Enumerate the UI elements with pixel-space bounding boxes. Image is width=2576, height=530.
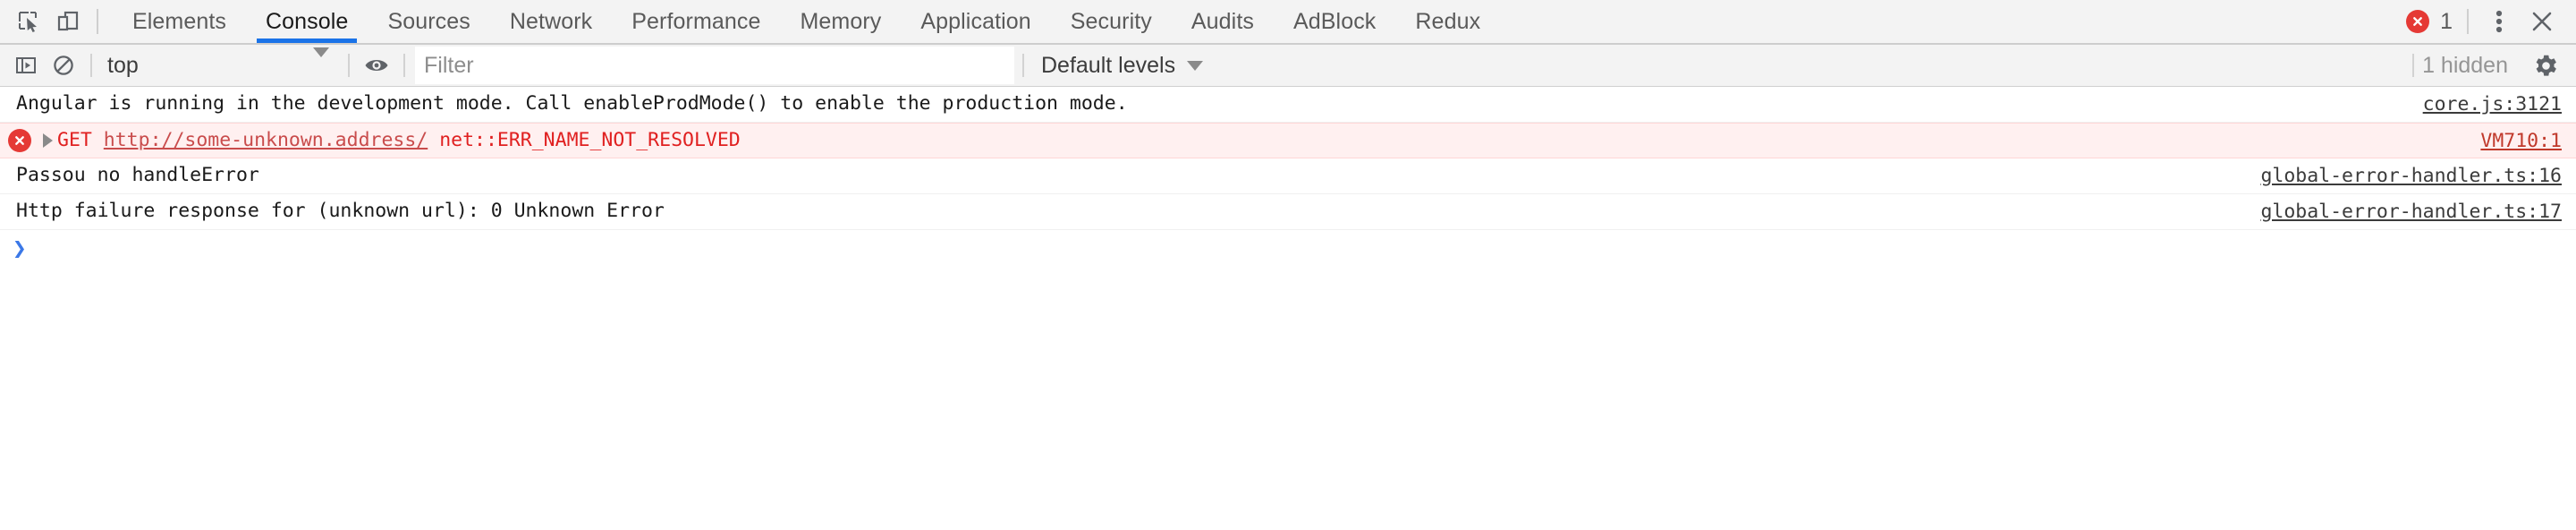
console-toolbar-divider-3: [403, 54, 405, 77]
tab-label: Application: [920, 8, 1031, 34]
tabbar-divider: [97, 9, 98, 34]
tab-console[interactable]: Console: [246, 0, 368, 43]
execution-context-value: top: [107, 52, 139, 78]
tab-memory[interactable]: Memory: [780, 0, 901, 43]
console-toolbar-divider-5: [2412, 54, 2415, 77]
tab-elements[interactable]: Elements: [113, 0, 246, 43]
tab-redux[interactable]: Redux: [1395, 0, 1500, 43]
tab-application[interactable]: Application: [901, 0, 1050, 43]
inspect-element-icon[interactable]: [9, 1, 48, 42]
request-url-link[interactable]: http://some-unknown.address/: [104, 129, 428, 151]
hidden-messages-count[interactable]: 1 hidden: [2422, 53, 2508, 79]
console-message-text: Http failure response for (unknown url):…: [16, 200, 665, 223]
console-message-text: Angular is running in the development mo…: [16, 92, 1128, 115]
console-message-row[interactable]: Http failure response for (unknown url):…: [0, 194, 2576, 230]
tab-security[interactable]: Security: [1051, 0, 1172, 43]
console-toolbar-divider-2: [348, 54, 350, 77]
tab-label: Elements: [132, 8, 227, 34]
more-vertical-icon[interactable]: [2478, 1, 2521, 42]
tab-adblock[interactable]: AdBlock: [1274, 0, 1395, 43]
chevron-down-icon: [1187, 60, 1204, 71]
console-toolbar-right: 1 hidden: [2404, 47, 2576, 84]
chevron-down-icon: [313, 47, 329, 73]
tab-sources[interactable]: Sources: [368, 0, 489, 43]
console-prompt-row[interactable]: ❯: [0, 230, 2576, 268]
devtools-tab-list: Elements Console Sources Network Perform…: [113, 0, 1500, 43]
live-expression-eye-icon[interactable]: [358, 47, 395, 84]
tab-label: Network: [509, 8, 593, 34]
tab-label: Redux: [1415, 8, 1481, 34]
tab-label: AdBlock: [1292, 8, 1377, 34]
console-empty-space: [0, 268, 2576, 530]
request-error-code: net::ERR_NAME_NOT_RESOLVED: [439, 128, 741, 151]
request-method: GET: [57, 128, 92, 151]
devtools-main-tabbar: Elements Console Sources Network Perform…: [0, 0, 2576, 45]
console-message-source-link[interactable]: global-error-handler.ts:17: [2260, 201, 2576, 223]
console-message-source-link[interactable]: global-error-handler.ts:16: [2260, 165, 2576, 187]
expand-triangle-icon[interactable]: [38, 133, 57, 148]
close-icon[interactable]: [2521, 1, 2563, 42]
tab-label: Security: [1070, 8, 1152, 34]
console-message-row[interactable]: GET http://some-unknown.address/ net::ER…: [0, 123, 2576, 158]
gear-icon[interactable]: [2526, 47, 2565, 84]
log-levels-value: Default levels: [1041, 52, 1176, 78]
console-message-text: GET http://some-unknown.address/ net::ER…: [57, 127, 741, 154]
console-prompt-input[interactable]: [35, 236, 2576, 261]
tabbar-left-icons: [0, 0, 107, 43]
error-circle-icon: [2406, 10, 2430, 33]
console-message-source-link[interactable]: VM710:1: [2480, 130, 2576, 152]
console-message-source-link[interactable]: core.js:3121: [2423, 93, 2576, 115]
tabbar-right-divider: [2467, 9, 2469, 34]
prompt-chevron-icon: ❯: [13, 235, 27, 262]
error-count-indicator[interactable]: 1: [2401, 9, 2458, 35]
error-circle-icon: [7, 129, 32, 152]
console-toolbar-divider-4: [1022, 54, 1024, 77]
tab-label: Audits: [1191, 8, 1254, 34]
console-toolbar: top Default levels 1 hidden: [0, 45, 2576, 87]
tab-label: Sources: [387, 8, 470, 34]
tab-label: Performance: [631, 8, 761, 34]
execution-context-selector[interactable]: top: [100, 47, 340, 84]
console-toolbar-divider-1: [90, 54, 92, 77]
device-toolbar-icon[interactable]: [48, 1, 88, 42]
log-levels-selector[interactable]: Default levels: [1032, 47, 1212, 84]
console-message-list: Angular is running in the development mo…: [0, 87, 2576, 530]
tab-audits[interactable]: Audits: [1172, 0, 1274, 43]
tab-network[interactable]: Network: [490, 0, 612, 43]
filter-input[interactable]: [415, 47, 1014, 84]
console-message-row[interactable]: Passou no handleError global-error-handl…: [0, 158, 2576, 194]
error-count-value: 1: [2440, 8, 2453, 34]
console-message-text: Passou no handleError: [16, 164, 259, 187]
devtools-window: Elements Console Sources Network Perform…: [0, 0, 2576, 530]
console-sidebar-icon[interactable]: [7, 47, 45, 84]
tab-label: Memory: [800, 8, 882, 34]
tab-label: Console: [266, 8, 349, 34]
tabbar-right-controls: 1: [2401, 0, 2576, 43]
console-message-row[interactable]: Angular is running in the development mo…: [0, 87, 2576, 123]
tab-performance[interactable]: Performance: [612, 0, 780, 43]
clear-console-icon[interactable]: [45, 47, 82, 84]
